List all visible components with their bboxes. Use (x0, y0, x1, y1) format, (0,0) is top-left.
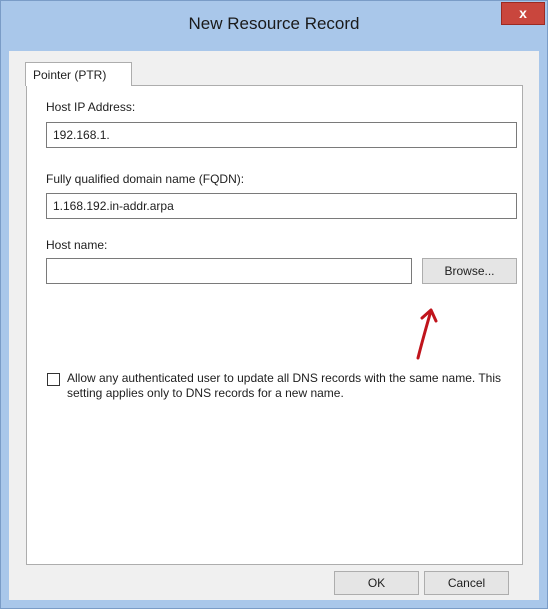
allow-update-label: Allow any authenticated user to update a… (67, 371, 502, 400)
tab-panel: Host IP Address: Fully qualified domain … (26, 85, 523, 565)
browse-button[interactable]: Browse... (422, 258, 517, 284)
cancel-button[interactable]: Cancel (424, 571, 509, 595)
tab-pointer-ptr[interactable]: Pointer (PTR) (25, 62, 132, 86)
fqdn-label: Fully qualified domain name (FQDN): (46, 172, 245, 186)
host-ip-label: Host IP Address: (46, 100, 136, 114)
close-icon: x (519, 5, 527, 21)
close-button[interactable]: x (501, 2, 545, 25)
dialog-client-area: Pointer (PTR) Host IP Address: Fully qua… (9, 51, 539, 600)
host-name-label: Host name: (46, 238, 108, 252)
fqdn-input[interactable] (46, 193, 517, 219)
title-bar[interactable]: New Resource Record x (1, 1, 547, 51)
host-name-input[interactable] (46, 258, 412, 284)
ok-button[interactable]: OK (334, 571, 419, 595)
host-ip-input[interactable] (46, 122, 517, 148)
allow-update-checkbox[interactable] (47, 373, 60, 386)
window-title: New Resource Record (188, 14, 360, 33)
dialog-window: New Resource Record x Pointer (PTR) Host… (0, 0, 548, 609)
red-arrow-icon (416, 308, 438, 360)
